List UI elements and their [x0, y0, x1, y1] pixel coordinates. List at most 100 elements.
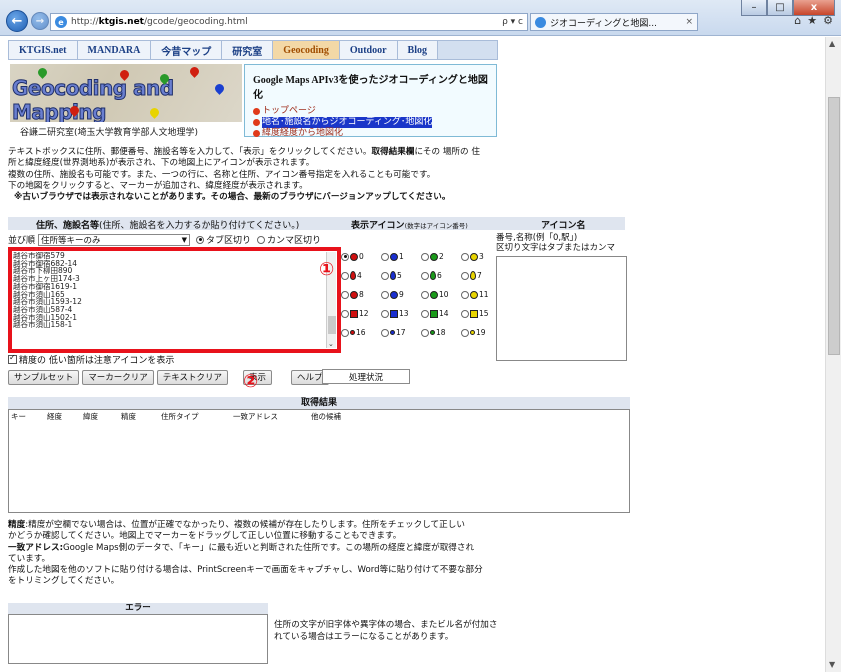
description: テキストボックスに住所、郵便番号、施設名等を入力して、「表示」をクリックしてくだ… [8, 147, 504, 203]
icon-radio[interactable] [461, 309, 469, 318]
nav-tab-6[interactable]: Blog [397, 41, 438, 59]
low-accuracy-checkbox[interactable] [8, 353, 17, 364]
tab-close-icon[interactable]: × [685, 17, 693, 27]
sort-row: 並び順 住所等キーのみ ▼ タブ区切り カンマ区切り [8, 233, 338, 246]
icon-number: 2 [439, 252, 444, 261]
icon-radio[interactable] [341, 271, 349, 280]
logo: Geocoding and Mapping 谷謙二研究室(埼玉大学教育学部人文地… [10, 64, 242, 139]
icon-radio[interactable] [421, 309, 429, 318]
icon-option[interactable]: 3 [461, 252, 501, 261]
icon-radio[interactable] [341, 328, 349, 337]
favorites-star-icon[interactable]: ★ [807, 14, 817, 27]
icon-option[interactable]: 13 [381, 309, 421, 318]
address-tools[interactable]: ρ ▾ c [502, 17, 523, 27]
maximize-button[interactable]: □ [767, 0, 793, 16]
icon-row: 0 1 2 3 [341, 247, 501, 266]
circle-marker-icon [470, 252, 478, 261]
desc-line: テキストボックスに住所、郵便番号、施設名等を入力して、「表示」をクリックしてくだ… [8, 147, 372, 157]
text-clear-button[interactable]: テキストクリア [156, 369, 229, 385]
icon-number: 0 [359, 252, 364, 261]
results-column-header: 住所タイプ [161, 412, 199, 421]
icon-radio[interactable] [461, 271, 469, 280]
nav-tab-2[interactable]: 今昔マップ [151, 41, 223, 59]
chevron-down-icon[interactable]: ⌄ [328, 340, 334, 348]
icon-radio[interactable] [461, 252, 469, 261]
low-accuracy-option[interactable]: 精度の 低い箇所は注意アイコンを表示 [8, 353, 174, 366]
icon-option[interactable]: 17 [381, 328, 421, 337]
link-place-geocoding[interactable]: 地名･施設名からジオコーディング･地図化 [253, 117, 488, 128]
icon-option[interactable]: 6 [421, 271, 461, 280]
back-button[interactable]: ← [6, 10, 28, 32]
scroll-up-icon[interactable]: ▲ [829, 39, 835, 48]
forward-button[interactable]: → [31, 12, 49, 30]
icon-option[interactable]: 15 [461, 309, 501, 318]
scroll-down-icon[interactable]: ▼ [829, 660, 835, 669]
nav-tab-4[interactable]: Geocoding [273, 41, 340, 59]
url-host: ktgis.net [98, 17, 144, 27]
icon-radio[interactable] [341, 252, 349, 261]
icon-radio[interactable] [341, 290, 349, 299]
minimize-button[interactable]: – [741, 0, 767, 16]
address-bar[interactable]: e http://ktgis.net/gcode/geocoding.html … [50, 13, 528, 31]
tab-separator-radio[interactable] [196, 235, 205, 244]
icon-option[interactable]: 19 [461, 328, 501, 337]
pin-marker-icon [430, 271, 436, 280]
settings-gear-icon[interactable]: ⚙ [823, 14, 833, 27]
icon-option[interactable]: 16 [341, 328, 381, 337]
icon-option[interactable]: 12 [341, 309, 381, 318]
icon-radio[interactable] [461, 328, 469, 337]
button-row: サンプルセット マーカークリア テキストクリア 表示 ヘルプ [8, 369, 332, 385]
icon-radio[interactable] [381, 252, 389, 261]
low-accuracy-label: 精度の 低い箇所は注意アイコンを表示 [19, 356, 175, 366]
circle-marker-icon [470, 290, 478, 299]
sample-set-button[interactable]: サンプルセット [8, 369, 80, 385]
nav-tab-5[interactable]: Outdoor [339, 41, 398, 59]
results-box[interactable]: キー 経度 緯度 精度 住所タイプ 一致アドレス 他の候補 [8, 409, 630, 513]
comma-separator-radio[interactable] [257, 235, 266, 244]
icon-option[interactable]: 4 [341, 271, 381, 280]
icon-radio[interactable] [421, 271, 429, 280]
link-top-page[interactable]: トップページ [253, 106, 488, 117]
icon-number: 15 [479, 309, 489, 318]
nav-tab-1[interactable]: MANDARA [77, 41, 152, 59]
icon-radio[interactable] [381, 328, 389, 337]
icon-row: 16 17 18 19 [341, 323, 501, 342]
home-icon[interactable]: ⌂ [794, 14, 801, 27]
icon-option[interactable]: 1 [381, 252, 421, 261]
results-column-header: 他の候補 [311, 412, 341, 421]
icon-radio[interactable] [421, 328, 429, 337]
icon-option[interactable]: 5 [381, 271, 421, 280]
address-textarea[interactable]: 越谷市御宿579 越谷市御宿682-14 越谷市下柳田890 越谷市上ヶ田174-3 越… [13, 252, 325, 348]
icon-option[interactable]: 7 [461, 271, 501, 280]
icon-radio[interactable] [421, 252, 429, 261]
scrollbar-thumb[interactable] [328, 316, 336, 334]
desc-strong: 取得結果欄 [371, 147, 415, 157]
nav-tab-0[interactable]: KTGIS.net [9, 41, 78, 59]
icon-option[interactable]: 8 [341, 290, 381, 299]
icon-option[interactable]: 14 [421, 309, 461, 318]
error-note: 住所の文字が旧字体や異字体の場合、またビル名が付加されている場合はエラーになるこ… [274, 620, 498, 642]
sort-select[interactable]: 住所等キーのみ ▼ [38, 233, 191, 246]
icon-option[interactable]: 9 [381, 290, 421, 299]
icon-radio[interactable] [341, 309, 349, 318]
icon-option[interactable]: 11 [461, 290, 501, 299]
icon-option[interactable]: 10 [421, 290, 461, 299]
marker-clear-button[interactable]: マーカークリア [82, 369, 154, 385]
notes-line: ています。 [8, 553, 51, 564]
icon-radio[interactable] [381, 309, 389, 318]
scrollbar-thumb[interactable] [828, 97, 840, 355]
icon-radio[interactable] [381, 271, 389, 280]
icon-radio[interactable] [461, 290, 469, 299]
iconname-textarea[interactable] [496, 256, 627, 361]
icon-option[interactable]: 2 [421, 252, 461, 261]
page-scrollbar[interactable]: ▲ ▼ [825, 37, 841, 672]
pin-marker-icon [390, 271, 396, 280]
link-latlon-mapping[interactable]: 緯度経度から地図化 [253, 128, 488, 139]
icon-radio[interactable] [421, 290, 429, 299]
icon-option[interactable]: 0 [341, 252, 381, 261]
icon-option[interactable]: 18 [421, 328, 461, 337]
error-box[interactable] [8, 614, 268, 664]
nav-tab-3[interactable]: 研究室 [222, 41, 274, 59]
icon-radio[interactable] [381, 290, 389, 299]
browser-tab[interactable]: ジオコーディングと地図... × [530, 13, 698, 31]
